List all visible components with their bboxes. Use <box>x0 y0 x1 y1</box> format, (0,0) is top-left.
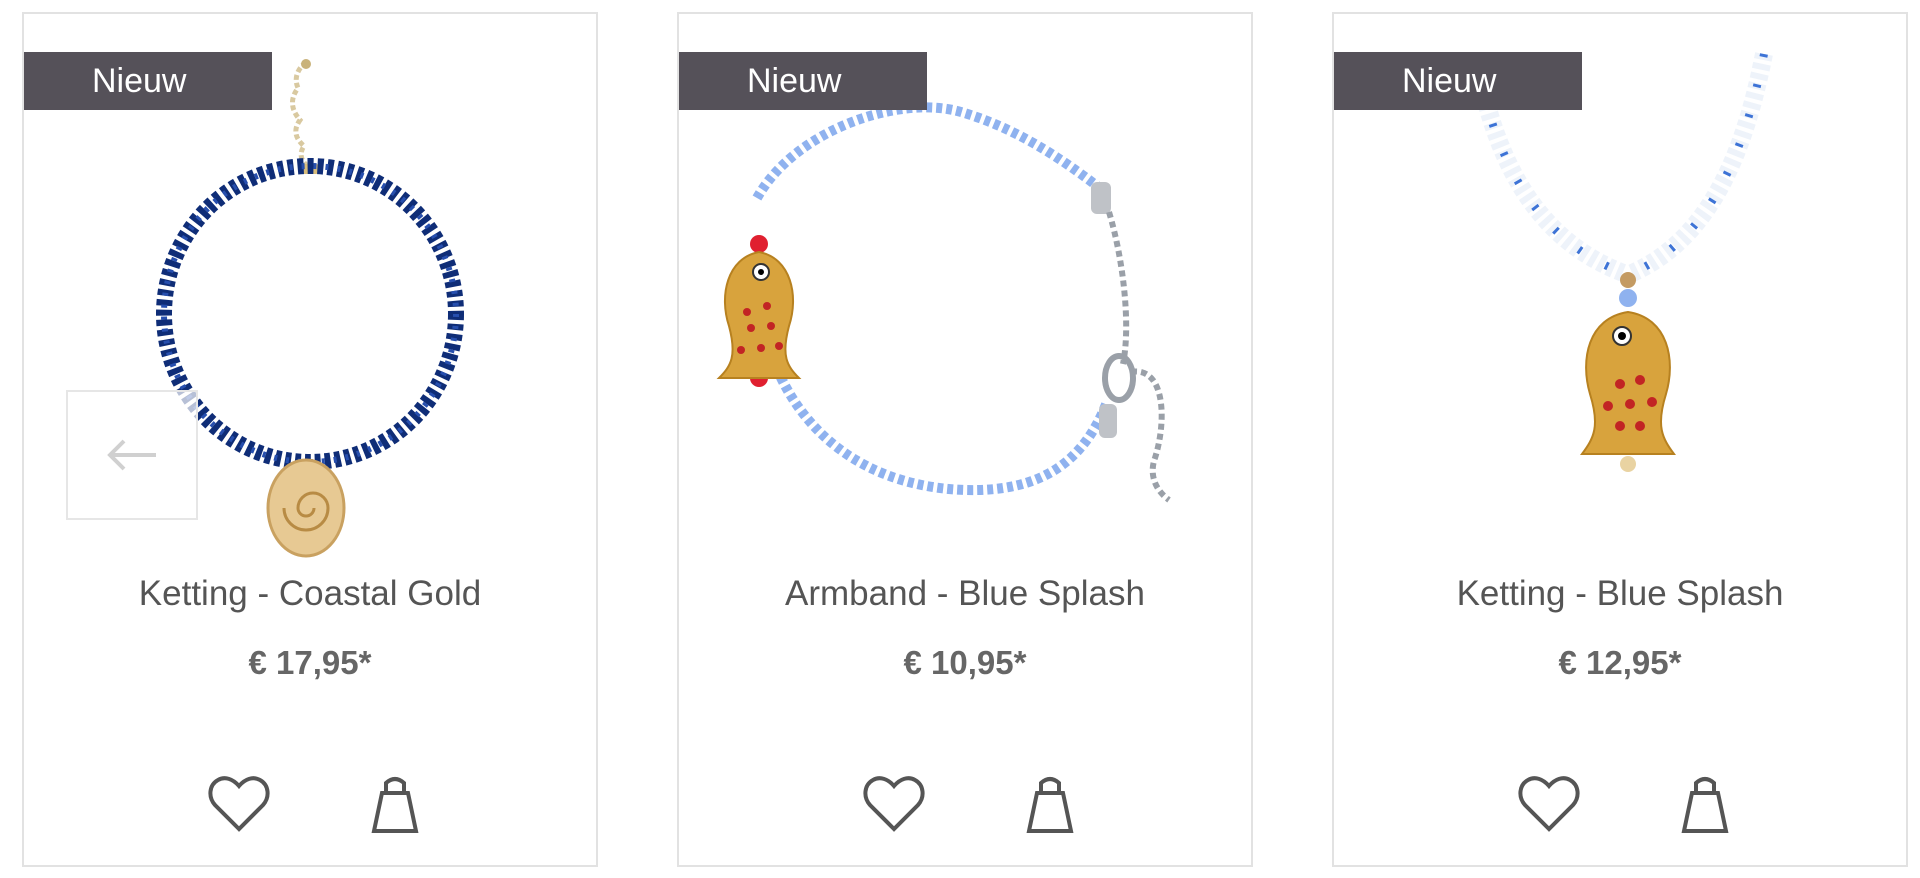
product-title[interactable]: Armband - Blue Splash <box>679 574 1251 614</box>
new-badge: Nieuw <box>1334 52 1582 110</box>
new-badge: Nieuw <box>679 52 927 110</box>
product-price: € 12,95* <box>1558 644 1682 681</box>
heart-icon <box>863 776 925 832</box>
product-card[interactable]: Nieuw Armband - Blue Splash € 10,95* <box>677 12 1253 867</box>
shopping-bag-icon <box>1026 777 1074 833</box>
wishlist-button[interactable] <box>204 769 274 839</box>
product-image[interactable] <box>679 34 1251 574</box>
add-to-cart-button[interactable] <box>360 769 430 839</box>
wishlist-button[interactable] <box>859 769 929 839</box>
product-price: € 10,95* <box>903 644 1027 681</box>
product-image[interactable] <box>1334 34 1906 574</box>
add-to-cart-button[interactable] <box>1015 769 1085 839</box>
shopping-bag-icon <box>371 777 419 833</box>
previous-arrow-button[interactable] <box>66 390 198 520</box>
shopping-bag-icon <box>1681 777 1729 833</box>
wishlist-button[interactable] <box>1514 769 1584 839</box>
product-card[interactable]: Nieuw Ketting - Coastal Gold € 17,95* <box>22 12 598 867</box>
heart-icon <box>1518 776 1580 832</box>
product-price: € 17,95* <box>248 644 372 681</box>
new-badge: Nieuw <box>24 52 272 110</box>
product-title[interactable]: Ketting - Coastal Gold <box>24 574 596 614</box>
add-to-cart-button[interactable] <box>1670 769 1740 839</box>
product-card[interactable]: Nieuw Ketting - Blue Splash € 12,95* <box>1332 12 1908 867</box>
product-title[interactable]: Ketting - Blue Splash <box>1334 574 1906 614</box>
heart-icon <box>208 776 270 832</box>
arrow-left-icon <box>107 439 156 471</box>
